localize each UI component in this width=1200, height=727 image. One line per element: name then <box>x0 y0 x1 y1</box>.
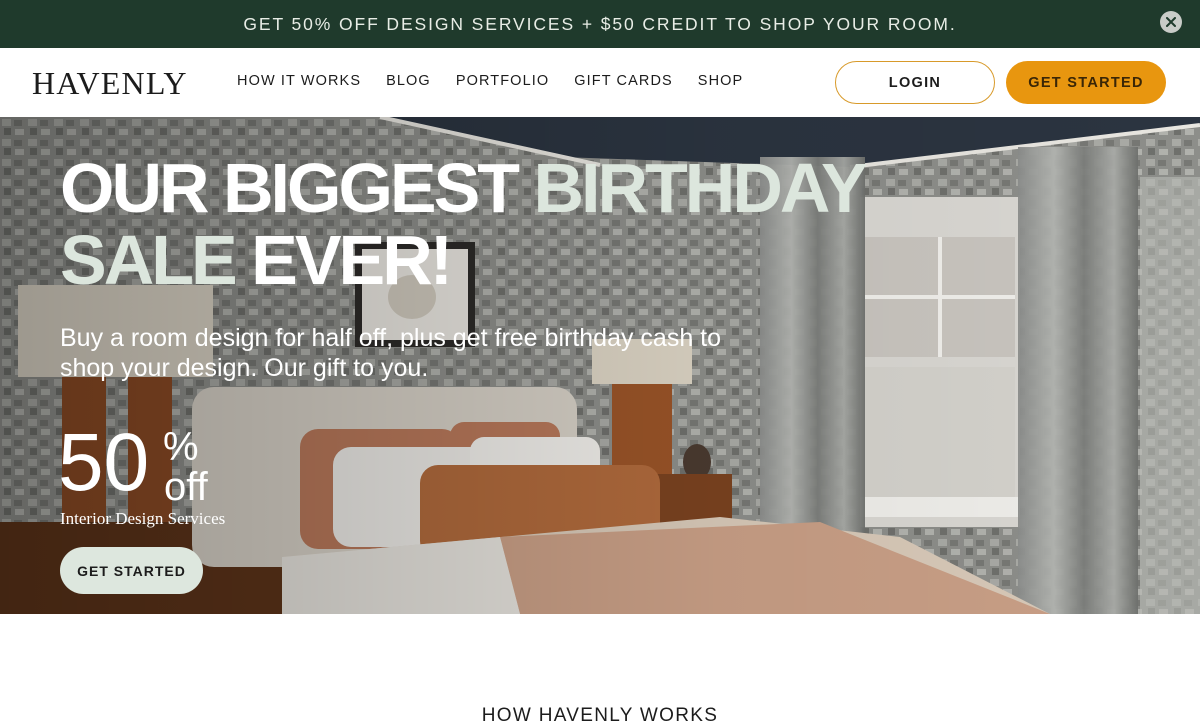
discount-label: Interior Design Services <box>60 509 226 528</box>
hero-section: OUR BIGGEST BIRTHDAY SALE EVER! Buy a ro… <box>0 117 1200 614</box>
hero-title-part2: EVER! <box>234 221 453 299</box>
hero-title: OUR BIGGEST BIRTHDAY SALE EVER! <box>60 152 920 296</box>
discount-off: off <box>164 465 208 509</box>
hero-title-accent1: BIRTHDAY <box>533 149 867 227</box>
nav-gift-cards[interactable]: GIFT CARDS <box>574 73 673 89</box>
discount-percent: % <box>163 425 199 469</box>
get-started-button[interactable]: GET STARTED <box>1006 61 1166 104</box>
nav-shop[interactable]: SHOP <box>698 73 744 89</box>
main-nav: HOW IT WORKS BLOG PORTFOLIO GIFT CARDS S… <box>237 73 768 89</box>
hero-subtitle: Buy a room design for half off, plus get… <box>60 324 722 382</box>
hero-title-accent2: SALE <box>60 221 238 299</box>
promo-text: GET 50% OFF DESIGN SERVICES + $50 CREDIT… <box>243 13 957 34</box>
hero-get-started-button[interactable]: GET STARTED <box>60 547 203 594</box>
logo[interactable]: HAVENLY <box>32 65 188 102</box>
close-icon[interactable] <box>1160 11 1182 33</box>
nav-blog[interactable]: BLOG <box>386 73 431 89</box>
login-button[interactable]: LOGIN <box>835 61 995 104</box>
site-header: HAVENLY HOW IT WORKS BLOG PORTFOLIO GIFT… <box>0 48 1200 117</box>
nav-how-it-works[interactable]: HOW IT WORKS <box>237 73 361 89</box>
discount-number: 50 <box>58 417 150 508</box>
hero-title-part1: OUR BIGGEST <box>60 149 534 227</box>
section-title: HOW HAVENLY WORKS <box>481 705 719 726</box>
nav-portfolio[interactable]: PORTFOLIO <box>456 73 549 89</box>
promo-banner: GET 50% OFF DESIGN SERVICES + $50 CREDIT… <box>0 0 1200 48</box>
